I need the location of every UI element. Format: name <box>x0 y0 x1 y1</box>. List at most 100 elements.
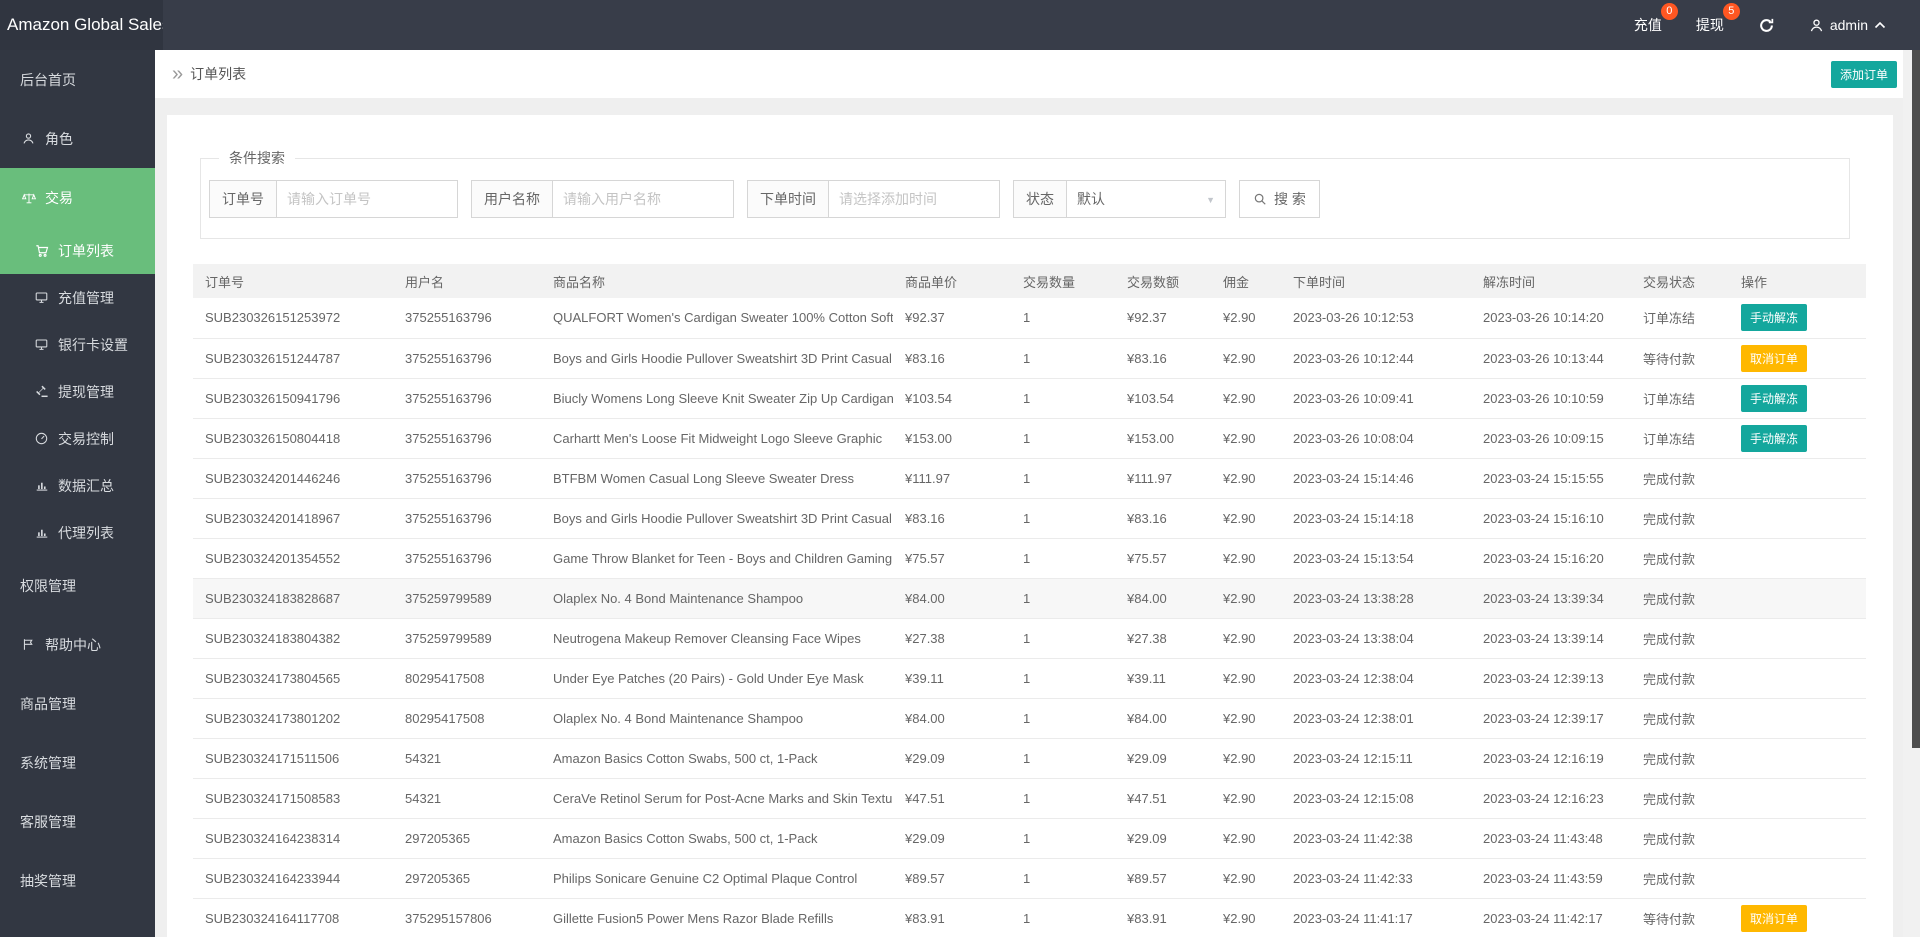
user-menu[interactable]: admin <box>1809 17 1886 33</box>
withdraw-menu-item[interactable]: 提现 5 <box>1696 3 1740 35</box>
refresh-button[interactable] <box>1758 17 1775 34</box>
commission-cell: ¥2.90 <box>1211 818 1281 859</box>
status-select[interactable]: 默认 ▼ <box>1066 180 1226 218</box>
table-row: SUB230324183804382 375259799589 Neutrogena… <box>193 618 1866 659</box>
qty-cell: 1 <box>1011 298 1115 339</box>
status-cell: 完成付款 <box>1631 458 1729 499</box>
unfreeze-time-cell: 2023-03-24 15:16:10 <box>1471 498 1631 539</box>
order-time-cell: 2023-03-24 12:38:01 <box>1281 698 1471 739</box>
user-cell: 297205365 <box>393 858 541 899</box>
order-time-cell: 2023-03-26 10:12:44 <box>1281 338 1471 379</box>
qty-cell: 1 <box>1011 338 1115 379</box>
amount-cell: ¥29.09 <box>1115 738 1211 779</box>
scales-icon <box>20 191 37 205</box>
status-cell: 订单冻结 <box>1631 298 1729 339</box>
table-row: SUB230324201418967 375255163796 Boys and G… <box>193 498 1866 539</box>
add-order-button[interactable]: 添加订单 <box>1830 60 1897 88</box>
table-row: SUB230324201354552 375255163796 Game Throw… <box>193 538 1866 579</box>
order-no-cell: SUB230324173801202 <box>193 698 393 739</box>
sidebar-item-recharge-manage[interactable]: 充值管理 <box>0 274 155 321</box>
order-time-input[interactable] <box>828 180 1000 218</box>
commission-cell: ¥2.90 <box>1211 378 1281 419</box>
status-cell: 完成付款 <box>1631 738 1729 779</box>
sidebar-item-order-list[interactable]: 订单列表 <box>0 227 155 274</box>
scrollbar-thumb[interactable] <box>1912 50 1920 748</box>
sidebar-item-withdraw-manage[interactable]: 提现管理 <box>0 368 155 415</box>
unfreeze-button[interactable]: 手动解冻 <box>1741 384 1808 412</box>
order-no-cell: SUB230324183828687 <box>193 578 393 619</box>
order-no-input[interactable] <box>276 180 458 218</box>
sidebar-item-permission-manage[interactable]: 权限管理 <box>0 556 155 615</box>
order-no-cell: SUB230324183804382 <box>193 618 393 659</box>
order-no-cell: SUB230324201446246 <box>193 458 393 499</box>
withdraw-badge: 5 <box>1722 3 1740 20</box>
order-time-cell: 2023-03-24 13:38:04 <box>1281 618 1471 659</box>
flag-icon <box>20 638 37 651</box>
column-header-price: 商品单价 <box>893 264 1011 298</box>
user-cell: 375255163796 <box>393 418 541 459</box>
sidebar-item-label: 订单列表 <box>58 242 114 259</box>
column-header-status: 交易状态 <box>1631 264 1729 298</box>
action-cell <box>1729 658 1866 699</box>
unfreeze-time-cell: 2023-03-26 10:10:59 <box>1471 378 1631 419</box>
order-no-cell: SUB230326151244787 <box>193 338 393 379</box>
amount-cell: ¥47.51 <box>1115 778 1211 819</box>
cart-icon <box>33 244 50 258</box>
order-table-body: SUB230326151253972 375255163796 QUALFORT W… <box>193 298 1866 937</box>
column-header-amount: 交易数额 <box>1115 264 1211 298</box>
sidebar-item-role[interactable]: 角色 <box>0 109 155 168</box>
recharge-menu-item[interactable]: 充值 0 <box>1634 3 1678 35</box>
unfreeze-time-cell: 2023-03-24 11:43:48 <box>1471 818 1631 859</box>
table-row: SUB230324173801202 80295417508 Olaplex No.… <box>193 698 1866 739</box>
column-header-qty: 交易数量 <box>1011 264 1115 298</box>
sidebar-item-lottery-manage[interactable]: 抽奖管理 <box>0 851 155 910</box>
page-title: 订单列表 <box>190 66 247 82</box>
commission-cell: ¥2.90 <box>1211 298 1281 339</box>
unfreeze-button[interactable]: 手动解冻 <box>1741 424 1808 452</box>
amount-cell: ¥75.57 <box>1115 538 1211 579</box>
unfreeze-time-cell: 2023-03-24 13:39:34 <box>1471 578 1631 619</box>
username-input[interactable] <box>552 180 734 218</box>
search-legend: 条件搜索 <box>229 150 285 166</box>
cancel-order-button[interactable]: 取消订单 <box>1741 344 1808 372</box>
commission-cell: ¥2.90 <box>1211 658 1281 699</box>
username-label: 用户名称 <box>471 180 553 218</box>
column-header-unfreeze-time: 解冻时间 <box>1471 264 1631 298</box>
sidebar-item-system-manage[interactable]: 系统管理 <box>0 733 155 792</box>
order-no-cell: SUB230326151253972 <box>193 298 393 339</box>
sidebar-item-help-center[interactable]: 帮助中心 <box>0 615 155 674</box>
sidebar-item-home[interactable]: 后台首页 <box>0 50 155 109</box>
order-time-cell: 2023-03-24 15:14:18 <box>1281 498 1471 539</box>
sidebar-item-bank-card-setting[interactable]: 银行卡设置 <box>0 321 155 368</box>
table-row: SUB230324201446246 375255163796 BTFBM Wome… <box>193 458 1866 499</box>
user-cell: 375255163796 <box>393 498 541 539</box>
sidebar-item-label: 角色 <box>45 130 73 147</box>
cancel-order-button[interactable]: 取消订单 <box>1741 904 1808 932</box>
sidebar-item-data-summary[interactable]: 数据汇总 <box>0 462 155 509</box>
sidebar-item-product-manage[interactable]: 商品管理 <box>0 674 155 733</box>
qty-cell: 1 <box>1011 698 1115 739</box>
order-time-cell: 2023-03-24 12:38:04 <box>1281 658 1471 699</box>
product-cell: Biucly Womens Long Sleeve Knit Sweater Z… <box>541 378 893 419</box>
action-cell <box>1729 818 1866 859</box>
sidebar-item-label: 交易控制 <box>58 430 114 447</box>
sidebar-item-agent-list[interactable]: 代理列表 <box>0 509 155 556</box>
order-no-cell: SUB230324164233944 <box>193 858 393 899</box>
search-button[interactable]: 搜 索 <box>1239 180 1320 218</box>
product-cell: Neutrogena Makeup Remover Cleansing Face… <box>541 618 893 659</box>
order-no-cell: SUB230324164238314 <box>193 818 393 859</box>
unfreeze-time-cell: 2023-03-26 10:13:44 <box>1471 338 1631 379</box>
order-no-cell: SUB230324173804565 <box>193 658 393 699</box>
sidebar-item-trade-control[interactable]: 交易控制 <box>0 415 155 462</box>
topbar: Amazon Global Sales... 充值 0 提现 5 ad <box>0 0 1920 50</box>
sidebar-item-trade[interactable]: 交易 <box>0 168 155 227</box>
price-cell: ¥84.00 <box>893 578 1011 619</box>
username-group: 用户名称 <box>471 180 734 218</box>
sidebar-item-label: 代理列表 <box>58 524 114 541</box>
order-time-cell: 2023-03-24 11:42:33 <box>1281 858 1471 899</box>
product-cell: Game Throw Blanket for Teen - Boys and C… <box>541 538 893 579</box>
sidebar-item-service-manage[interactable]: 客服管理 <box>0 792 155 851</box>
chart-icon <box>33 479 50 492</box>
unfreeze-button[interactable]: 手动解冻 <box>1741 304 1808 332</box>
price-cell: ¥39.11 <box>893 658 1011 699</box>
